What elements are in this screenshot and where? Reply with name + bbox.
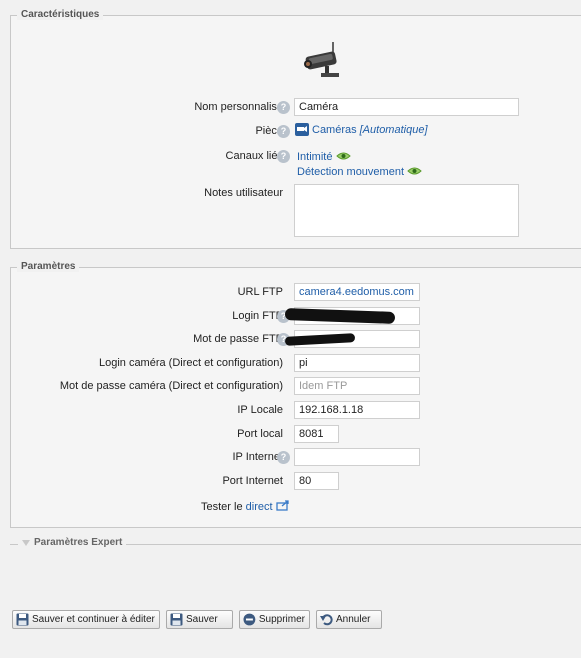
ip-locale-row: IP Locale xyxy=(11,401,581,421)
room-camera-icon xyxy=(295,123,309,136)
canaux-row: Canaux liés ? Intimité Détection mouveme… xyxy=(11,147,581,183)
notes-row: Notes utilisateur xyxy=(11,184,581,239)
mdp-ftp-row: Mot de passe FTP ? xyxy=(11,330,581,350)
chevron-down-icon[interactable] xyxy=(22,539,30,546)
mdp-ftp-label: Mot de passe FTP xyxy=(193,333,283,345)
help-icon[interactable]: ? xyxy=(277,125,290,138)
section-legend: Caractéristiques xyxy=(17,9,104,20)
save-label: Sauver xyxy=(186,614,218,625)
save-continue-label: Sauver et continuer à éditer xyxy=(32,614,155,625)
port-internet-input[interactable] xyxy=(294,472,339,490)
url-ftp-row: URL FTP xyxy=(11,283,581,303)
url-ftp-label: URL FTP xyxy=(237,286,283,298)
parametres-section: Paramètres URL FTP Login FTP ? Mot de pa… xyxy=(10,261,581,528)
canal-link[interactable]: Intimité xyxy=(297,151,332,163)
save-continue-button[interactable]: Sauver et continuer à éditer xyxy=(12,610,160,629)
url-ftp-input[interactable] xyxy=(294,283,420,301)
port-internet-row: Port Internet xyxy=(11,472,581,492)
tester-label: Tester le direct xyxy=(201,500,290,513)
nom-row: Nom personnalisé ? xyxy=(11,98,581,118)
minus-circle-icon xyxy=(243,613,256,626)
cancel-label: Annuler xyxy=(336,614,371,625)
caracteristiques-section: Caractéristiques Nom personnalisé ? Pièc… xyxy=(10,9,581,249)
delete-button[interactable]: Supprimer xyxy=(239,610,310,629)
expert-section[interactable]: Paramètres Expert xyxy=(10,537,581,548)
eye-icon[interactable] xyxy=(335,151,351,161)
undo-icon xyxy=(320,614,333,626)
nom-label: Nom personnalisé xyxy=(194,101,283,113)
login-ftp-row: Login FTP ? xyxy=(11,307,581,327)
direct-link[interactable]: direct xyxy=(246,501,273,513)
port-local-row: Port local xyxy=(11,425,581,445)
notes-textarea[interactable] xyxy=(294,184,519,237)
help-icon[interactable]: ? xyxy=(277,150,290,163)
delete-label: Supprimer xyxy=(258,614,305,625)
ip-locale-label: IP Locale xyxy=(237,404,283,416)
login-cam-input[interactable] xyxy=(294,354,420,372)
floppy-icon xyxy=(16,613,29,626)
ip-locale-input[interactable] xyxy=(294,401,420,419)
port-internet-label: Port Internet xyxy=(222,475,283,487)
help-icon[interactable]: ? xyxy=(277,101,290,114)
notes-label: Notes utilisateur xyxy=(204,187,283,199)
help-icon[interactable]: ? xyxy=(277,451,290,464)
section-legend: Paramètres xyxy=(17,261,80,272)
ip-internet-input[interactable] xyxy=(294,448,420,466)
eye-icon[interactable] xyxy=(407,166,422,176)
external-link-icon[interactable] xyxy=(275,500,290,511)
login-ftp-label: Login FTP xyxy=(232,310,283,322)
canal-link[interactable]: Détection mouvement xyxy=(297,166,404,178)
canaux-label: Canaux liés xyxy=(225,150,283,162)
expert-legend[interactable]: Paramètres Expert xyxy=(34,537,122,548)
ip-internet-row: IP Internet ? xyxy=(11,448,581,468)
mdp-cam-row: Mot de passe caméra (Direct et configura… xyxy=(11,377,581,397)
piece-mode: [Automatique] xyxy=(359,123,428,136)
login-cam-label: Login caméra (Direct et configuration) xyxy=(98,357,283,369)
floppy-icon xyxy=(170,613,183,626)
piece-link[interactable]: Caméras xyxy=(312,124,357,136)
port-local-input[interactable] xyxy=(294,425,339,443)
mdp-cam-label: Mot de passe caméra (Direct et configura… xyxy=(59,380,283,392)
save-button[interactable]: Sauver xyxy=(166,610,233,629)
login-cam-row: Login caméra (Direct et configuration) xyxy=(11,354,581,374)
port-local-label: Port local xyxy=(237,428,283,440)
cancel-button[interactable]: Annuler xyxy=(316,610,382,629)
camera-icon xyxy=(304,42,339,77)
piece-row: Pièce ? Caméras [Automatique] xyxy=(11,122,581,142)
ip-internet-label: IP Internet xyxy=(232,451,283,463)
tester-row: Tester le direct xyxy=(11,497,581,517)
nom-input[interactable] xyxy=(294,98,519,116)
mdp-cam-input[interactable] xyxy=(294,377,420,395)
